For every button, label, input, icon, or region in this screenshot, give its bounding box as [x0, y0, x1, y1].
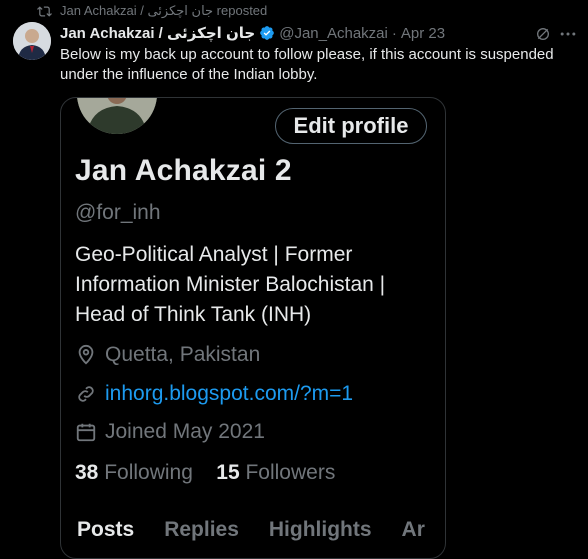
repost-icon [37, 5, 52, 17]
verified-badge-icon [260, 26, 275, 40]
tab-posts: Posts [77, 518, 135, 541]
tab-highlights: Highlights [268, 518, 372, 541]
profile-location-text: Quetta, Pakistan [105, 343, 261, 366]
profile-location: Quetta, Pakistan [75, 343, 260, 367]
profile-bio: Geo-Political Analyst | Former Informati… [75, 243, 386, 326]
tab-articles: Ar [401, 518, 425, 541]
more-options-icon[interactable] [558, 24, 578, 44]
following-label: Following [104, 461, 193, 484]
repost-header[interactable]: Jan Achakzai / جان اچکزئی reposted [37, 3, 267, 19]
profile-tabs: Posts Replies Highlights Ar [77, 518, 425, 542]
calendar-icon [76, 423, 96, 442]
profile-joined-text: Joined May 2021 [105, 420, 265, 443]
followers-label: Followers [245, 461, 336, 484]
tab-replies: Replies [164, 518, 239, 541]
meta-separator: · [391, 24, 397, 42]
grok-icon[interactable] [535, 26, 551, 42]
location-icon [78, 344, 94, 365]
profile-avatar [77, 98, 157, 134]
profile-follow-counts: 38 Following 15 Followers [75, 461, 335, 485]
profile-joined: Joined May 2021 [75, 420, 265, 444]
edit-profile-button: Edit profile [275, 108, 427, 144]
profile-name: Jan Achakzai 2 [75, 154, 292, 187]
tweet-date[interactable]: Apr 23 [401, 25, 445, 42]
followers-count: 15 [216, 461, 240, 484]
profile-website-link: inhorg.blogspot.com/?m=1 [105, 382, 354, 405]
following-count: 38 [75, 461, 99, 484]
repost-label: Jan Achakzai / جان اچکزئی reposted [60, 3, 268, 18]
profile-handle: @for_inh [75, 201, 161, 224]
author-name[interactable]: Jan Achakzai / جان اچکزئی [60, 24, 255, 42]
profile-screenshot-image[interactable]: Edit profile Jan Achakzai 2 @for_inh Geo… [60, 97, 446, 559]
author-avatar[interactable] [13, 22, 51, 60]
link-icon [78, 386, 94, 402]
profile-website: inhorg.blogspot.com/?m=1 [75, 382, 353, 406]
author-handle[interactable]: @Jan_Achakzai [279, 25, 388, 42]
tweet-text: Below is my back up account to follow pl… [60, 46, 554, 83]
